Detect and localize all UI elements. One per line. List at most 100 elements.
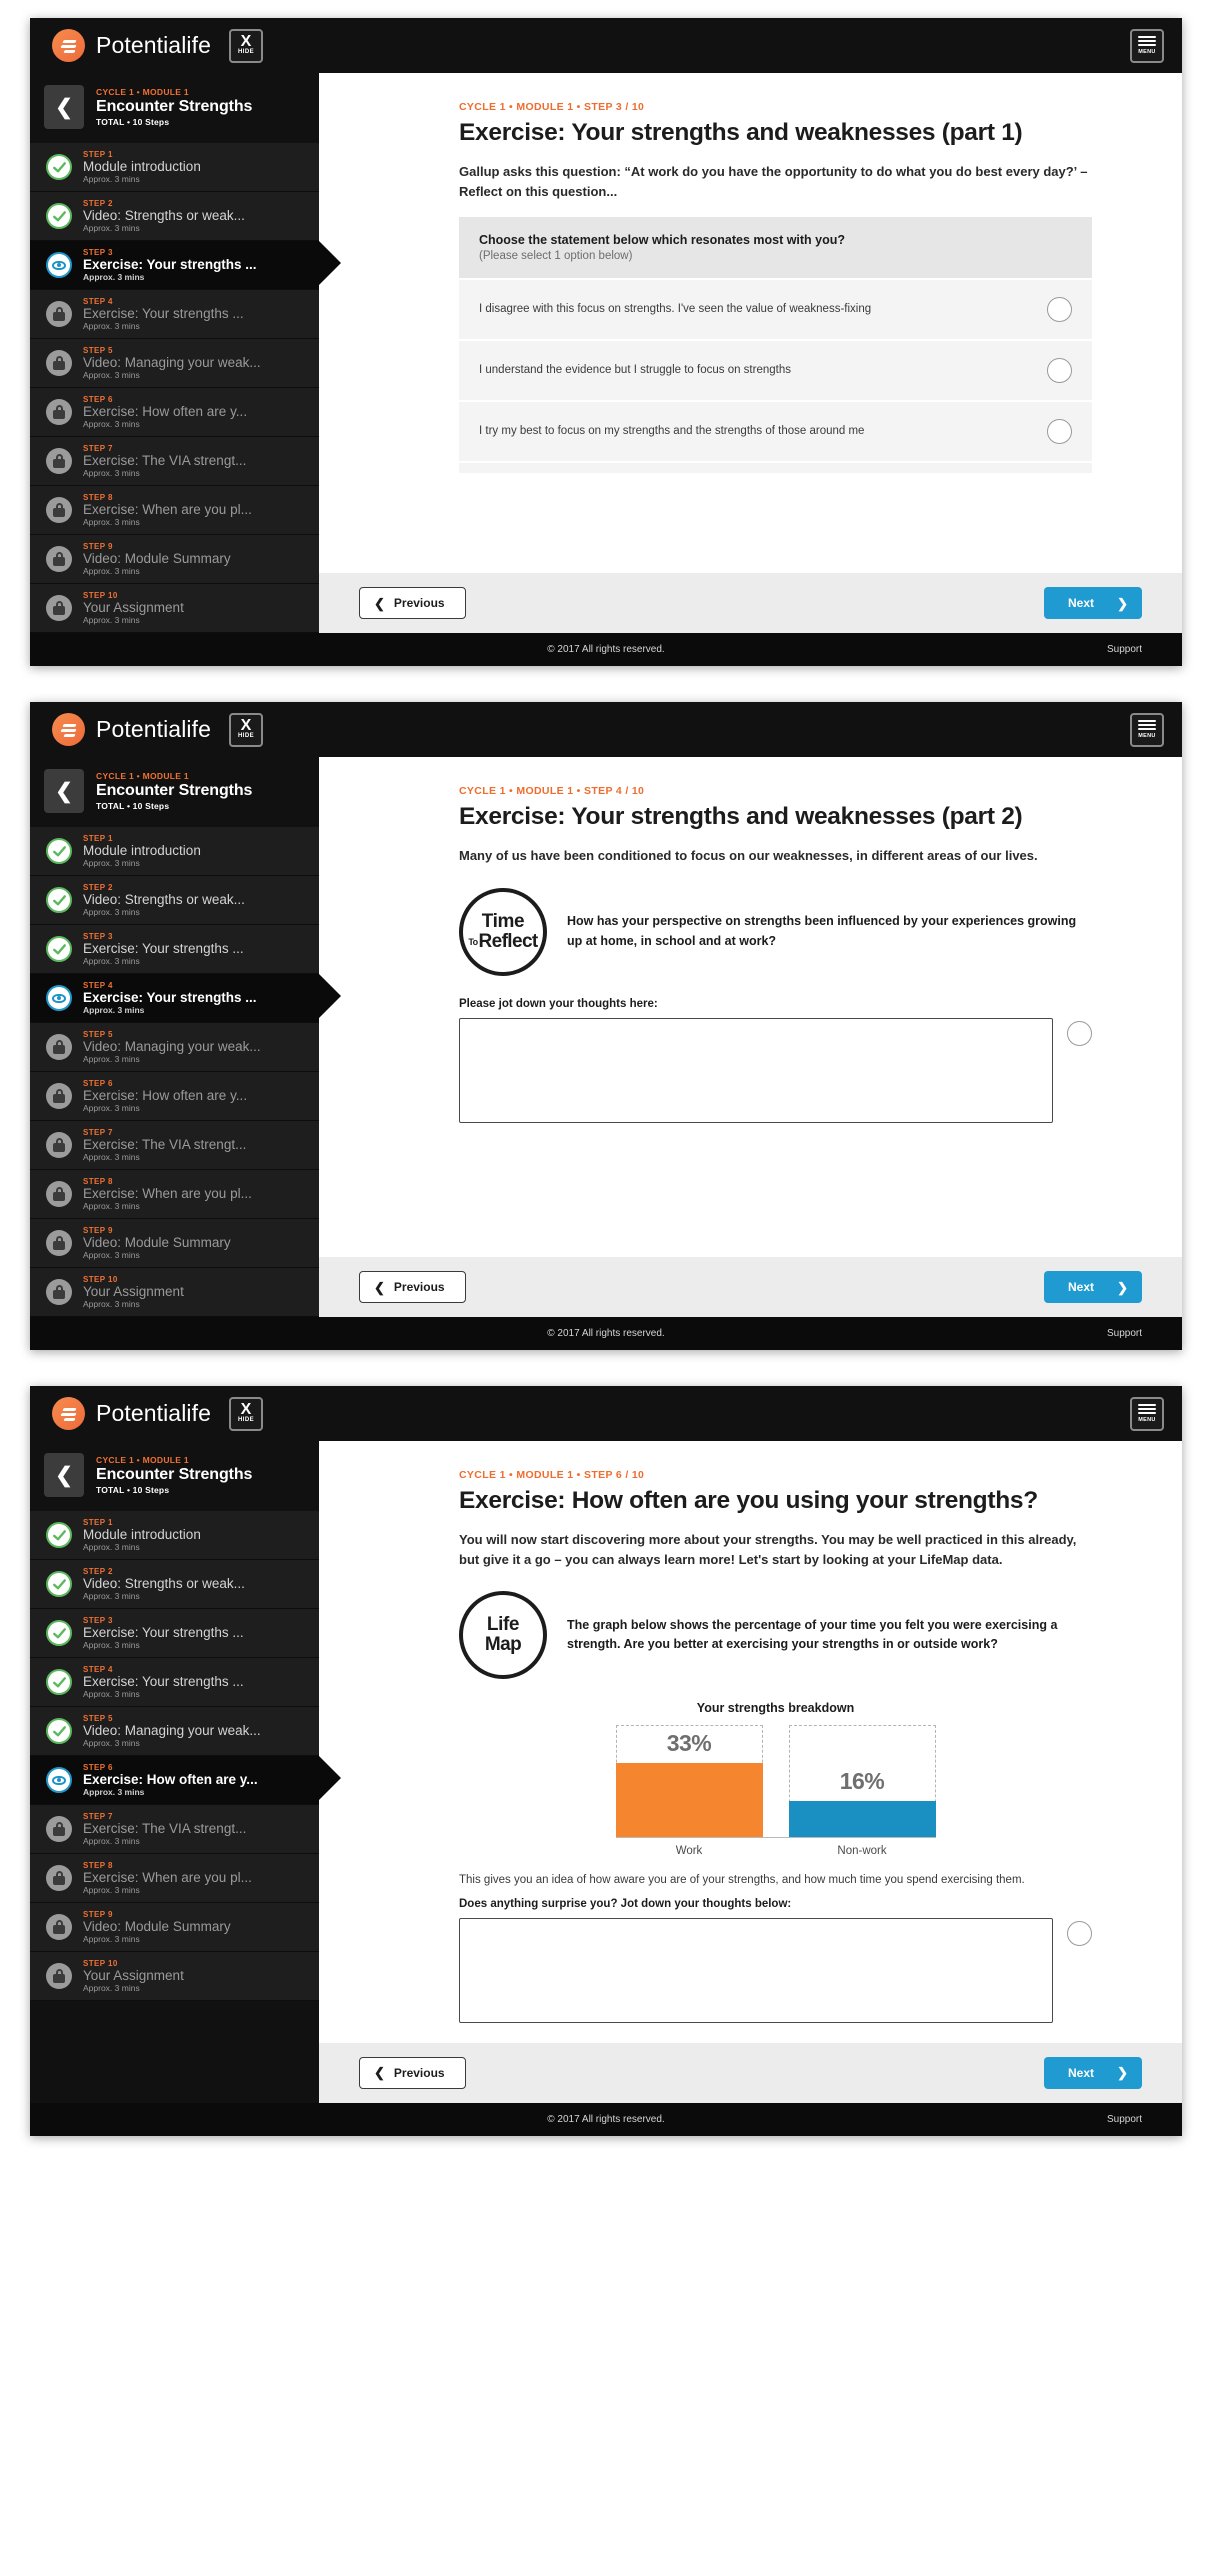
step-number: STEP 2: [83, 883, 113, 892]
sidebar-step-10[interactable]: STEP 10 Your Assignment Approx. 3 mins: [30, 1952, 319, 2001]
chart-bars: 33% 16%: [615, 1725, 936, 1838]
step-name: Exercise: Your strengths ...: [83, 1625, 244, 1640]
sidebar-step-6[interactable]: STEP 6 Exercise: How often are y... Approx…: [30, 1756, 341, 1805]
back-button[interactable]: ❮: [44, 85, 84, 129]
step-name: Exercise: Your strengths ...: [83, 1674, 244, 1689]
time-to-reflect-block: Time To Reflect How has your perspective …: [459, 887, 1092, 976]
sidebar-step-3[interactable]: STEP 3 Exercise: Your strengths ... Approx…: [30, 241, 341, 290]
step-name: Video: Strengths or weak...: [83, 208, 245, 223]
sidebar-step-5[interactable]: STEP 5 Video: Managing your weak... Approx…: [30, 1023, 319, 1072]
step-name: Module introduction: [83, 843, 201, 858]
nav-bar-1: ❮ Previous Next ❯: [319, 573, 1182, 633]
sidebar-step-2[interactable]: STEP 2 Video: Strengths or weak... Approx.…: [30, 876, 319, 925]
sidebar-step-6[interactable]: STEP 6 Exercise: How often are y... Approx…: [30, 388, 319, 437]
check-circle-icon: [46, 1522, 72, 1548]
potentialife-logo-icon: [52, 29, 85, 62]
thoughts-textarea[interactable]: [459, 1017, 1053, 1123]
sidebar-step-3[interactable]: STEP 3 Exercise: Your strengths ... Approx…: [30, 925, 319, 974]
nav-bar-2: ❮ Previous Next ❯: [319, 1257, 1182, 1317]
main-content-3: CYCLE 1 • MODULE 1 • STEP 6 / 10 Exercis…: [319, 1441, 1182, 2103]
option-row[interactable]: I understand the evidence but I struggle…: [459, 339, 1092, 401]
next-button[interactable]: Next ❯: [1044, 1271, 1142, 1303]
option-label: I try my best to focus on my strengths a…: [479, 424, 865, 437]
sidebar-step-5[interactable]: STEP 5 Video: Managing your weak... Approx…: [30, 339, 319, 388]
sidebar-step-9[interactable]: STEP 9 Video: Module Summary Approx. 3 min…: [30, 1903, 319, 1952]
sidebar-step-6[interactable]: STEP 6 Exercise: How often are y... Approx…: [30, 1072, 319, 1121]
step-name: Your Assignment: [83, 1968, 184, 1983]
sidebar-step-9[interactable]: STEP 9 Video: Module Summary Approx. 3 min…: [30, 535, 319, 584]
module-breadcrumb: CYCLE 1 • MODULE 1: [96, 1455, 189, 1465]
copyright-text: © 2017 All rights reserved.: [547, 1328, 665, 1339]
radio-button[interactable]: [1047, 358, 1072, 384]
hide-sidebar-button[interactable]: X HIDE: [229, 712, 263, 747]
sidebar-step-7[interactable]: STEP 7 Exercise: The VIA strengt... Approx…: [30, 437, 319, 486]
previous-button[interactable]: ❮ Previous: [359, 2056, 466, 2089]
lock-icon: [46, 1865, 72, 1891]
chevron-right-icon: ❯: [1117, 2065, 1128, 2081]
next-button[interactable]: Next ❯: [1044, 587, 1142, 619]
hamburger-icon: [1138, 36, 1156, 38]
support-link[interactable]: Support: [1107, 644, 1142, 655]
sidebar-step-8[interactable]: STEP 8 Exercise: When are you pl... Approx…: [30, 486, 319, 535]
sidebar-step-2[interactable]: STEP 2 Video: Strengths or weak... Approx.…: [30, 192, 319, 241]
option-row[interactable]: I disagree with this focus on strengths.…: [459, 278, 1092, 340]
sidebar-step-4[interactable]: STEP 4 Exercise: Your strengths ... Approx…: [30, 1658, 319, 1707]
step-duration: Approx. 3 mins: [83, 174, 140, 184]
life-map-badge: Life Map: [459, 1591, 547, 1680]
sidebar-step-8[interactable]: STEP 8 Exercise: When are you pl... Approx…: [30, 1854, 319, 1903]
sidebar-step-8[interactable]: STEP 8 Exercise: When are you pl... Approx…: [30, 1170, 319, 1219]
sidebar-step-4[interactable]: STEP 4 Exercise: Your strengths ... Approx…: [30, 974, 341, 1023]
sidebar-step-9[interactable]: STEP 9 Video: Module Summary Approx. 3 min…: [30, 1219, 319, 1268]
radio-button[interactable]: [1067, 1920, 1092, 1946]
sidebar-step-5[interactable]: STEP 5 Video: Managing your weak... Approx…: [30, 1707, 319, 1756]
lock-icon: [46, 1083, 72, 1109]
previous-button[interactable]: ❮ Previous: [359, 587, 466, 619]
sidebar-step-1[interactable]: STEP 1 Module introduction Approx. 3 mins: [30, 827, 319, 876]
step-name: Exercise: Your strengths ...: [83, 257, 257, 272]
sidebar-step-4[interactable]: STEP 4 Exercise: Your strengths ... Approx…: [30, 290, 319, 339]
sidebar-step-7[interactable]: STEP 7 Exercise: The VIA strengt... Approx…: [30, 1805, 319, 1854]
radio-button[interactable]: [1047, 297, 1072, 323]
hide-sidebar-button[interactable]: X HIDE: [229, 1396, 263, 1431]
radio-button[interactable]: [1067, 1020, 1092, 1046]
sidebar-step-3[interactable]: STEP 3 Exercise: Your strengths ... Approx…: [30, 1609, 319, 1658]
sidebar-step-1[interactable]: STEP 1 Module introduction Approx. 3 mins: [30, 143, 319, 192]
step-duration: Approx. 3 mins: [83, 1934, 140, 1944]
sidebar-step-10[interactable]: STEP 10 Your Assignment Approx. 3 mins: [30, 584, 319, 633]
module-title: Encounter Strengths: [96, 1466, 253, 1483]
radio-button[interactable]: [1047, 419, 1072, 445]
sidebar-step-1[interactable]: STEP 1 Module introduction Approx. 3 mins: [30, 1511, 319, 1560]
step-number: STEP 6: [83, 1079, 113, 1088]
sidebar: ❮ CYCLE 1 • MODULE 1 Encounter Strengths…: [30, 757, 341, 1317]
footer-2: © 2017 All rights reserved. Support: [30, 1317, 1182, 1350]
thoughts-textarea[interactable]: [459, 1917, 1053, 2023]
previous-label: Previous: [393, 596, 445, 610]
hide-sidebar-button[interactable]: X HIDE: [229, 28, 263, 63]
menu-button[interactable]: MENU: [1130, 1396, 1164, 1431]
support-link[interactable]: Support: [1107, 2114, 1142, 2125]
module-title: Encounter Strengths: [96, 782, 253, 799]
next-button[interactable]: Next ❯: [1044, 2056, 1142, 2089]
next-label: Next: [1068, 2065, 1095, 2080]
life-map-block: Life Map The graph below shows the perce…: [459, 1591, 1092, 1680]
sidebar-step-10[interactable]: STEP 10 Your Assignment Approx. 3 mins: [30, 1268, 319, 1317]
option-list-tail: [459, 461, 1092, 474]
step-name: Video: Module Summary: [83, 1919, 231, 1934]
menu-button[interactable]: MENU: [1130, 712, 1164, 747]
option-row[interactable]: I try my best to focus on my strengths a…: [459, 400, 1092, 462]
sidebar-step-7[interactable]: STEP 7 Exercise: The VIA strengt... Approx…: [30, 1121, 319, 1170]
menu-button[interactable]: MENU: [1130, 28, 1164, 63]
step-duration: Approx. 3 mins: [83, 517, 140, 527]
previous-button[interactable]: ❮ Previous: [359, 1271, 466, 1303]
back-button[interactable]: ❮: [44, 1453, 84, 1497]
support-link[interactable]: Support: [1107, 1328, 1142, 1339]
sidebar-step-2[interactable]: STEP 2 Video: Strengths or weak... Approx.…: [30, 1560, 319, 1609]
step-duration: Approx. 3 mins: [83, 956, 140, 966]
step-duration: Approx. 3 mins: [83, 1787, 145, 1797]
next-label: Next: [1068, 1280, 1095, 1294]
step-number: STEP 3: [83, 1616, 113, 1625]
screenshot-panel-3: Potentialife X HIDE MENU ❮ CYCLE 1 • MOD…: [0, 1368, 1212, 2154]
step-duration: Approx. 3 mins: [83, 1738, 140, 1748]
back-button[interactable]: ❮: [44, 769, 84, 813]
brand: Potentialife: [52, 1397, 211, 1430]
